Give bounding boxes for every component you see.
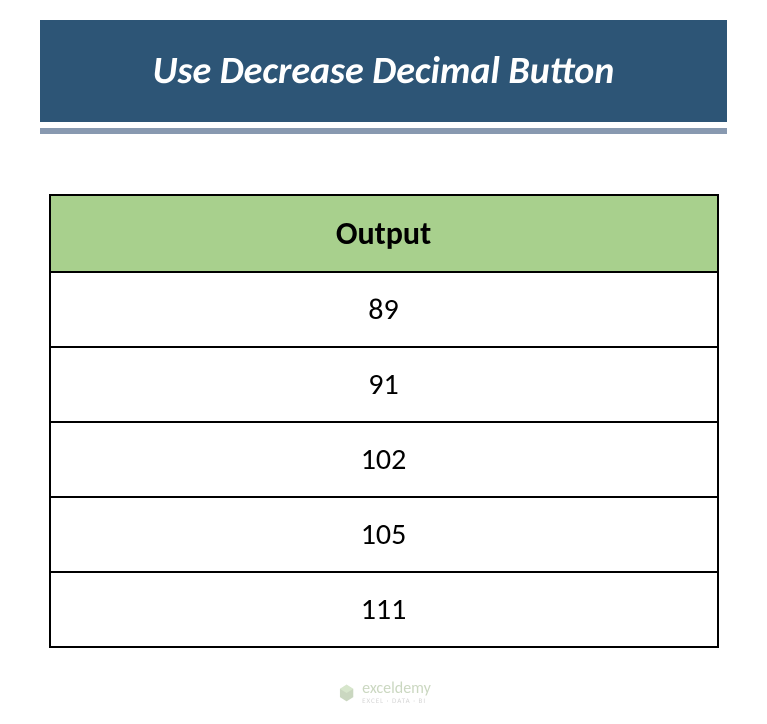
table-row: 111 xyxy=(50,572,718,647)
watermark-text: exceldemy EXCEL · DATA · BI xyxy=(362,681,431,704)
watermark-brand: exceldemy xyxy=(362,681,431,697)
output-cell: 91 xyxy=(50,347,718,422)
output-cell: 111 xyxy=(50,572,718,647)
output-cell: 89 xyxy=(50,272,718,347)
table-row: 105 xyxy=(50,497,718,572)
watermark-tagline: EXCEL · DATA · BI xyxy=(362,697,431,704)
table-row: 102 xyxy=(50,422,718,497)
logo-icon xyxy=(336,683,356,703)
output-cell: 102 xyxy=(50,422,718,497)
table-header-row: Output xyxy=(50,195,718,272)
table-row: 89 xyxy=(50,272,718,347)
table-row: 91 xyxy=(50,347,718,422)
output-table: Output 89 91 102 105 111 xyxy=(49,194,719,648)
output-cell: 105 xyxy=(50,497,718,572)
watermark: exceldemy EXCEL · DATA · BI xyxy=(336,681,431,704)
column-header-output: Output xyxy=(50,195,718,272)
page-title: Use Decrease Decimal Button xyxy=(40,20,727,122)
title-underline xyxy=(40,128,727,134)
